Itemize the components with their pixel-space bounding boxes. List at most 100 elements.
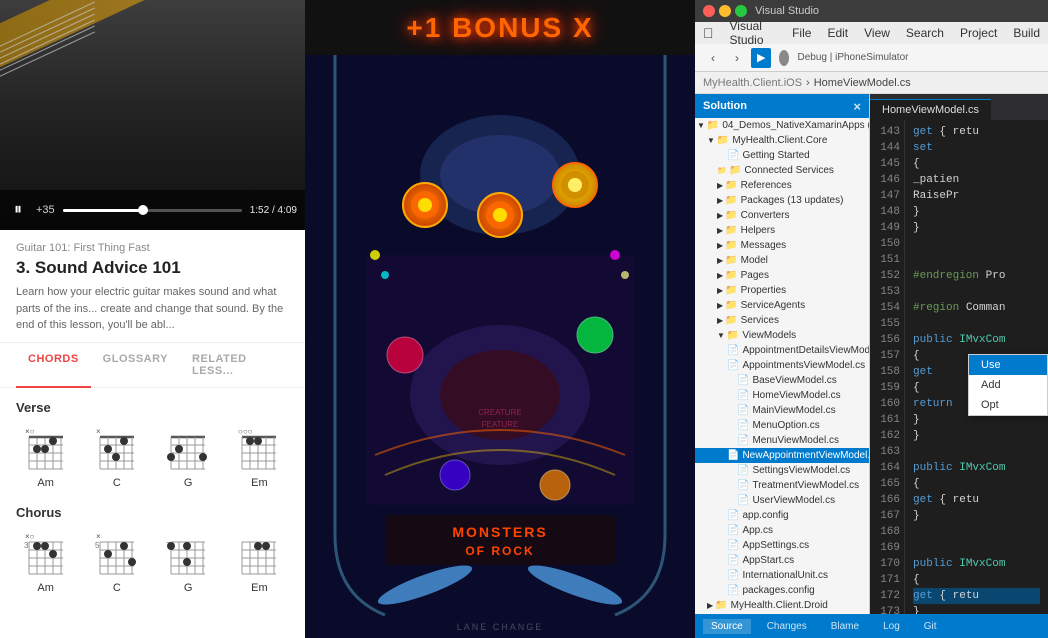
tree-label: Connected Services	[744, 165, 834, 176]
tree-item[interactable]: 📄App.cs	[695, 523, 869, 538]
line-number: 145	[870, 156, 900, 172]
file-icon: 📁	[727, 330, 739, 341]
tree-item[interactable]: 📄SettingsViewModel.cs	[695, 463, 869, 478]
bottom-tab-source[interactable]: Source	[703, 619, 751, 634]
line-number: 169	[870, 540, 900, 556]
chord-diagram-Am: ×○	[23, 425, 69, 477]
tree-item[interactable]: ▶📁Packages (13 updates)	[695, 193, 869, 208]
file-icon: 📄	[737, 375, 749, 386]
tree-item[interactable]: 📄UserViewModel.cs	[695, 493, 869, 508]
minimize-button[interactable]	[719, 5, 731, 17]
tab-related-lessons[interactable]: RELATED LESS...	[180, 343, 289, 387]
guitar-lesson-panel: ⏸ +35 1:52 / 4:09 Guitar 101: First Thin…	[0, 0, 305, 638]
code-line	[913, 444, 1040, 460]
menu-view[interactable]: View	[864, 26, 890, 40]
tree-item[interactable]: 📁📁Connected Services	[695, 163, 869, 178]
menu-project[interactable]: Project	[960, 26, 997, 40]
file-icon: 📁	[725, 180, 737, 191]
code-line	[913, 236, 1040, 252]
toolbar-back[interactable]: ‹	[703, 48, 723, 68]
tree-item[interactable]: ▶📁ServiceAgents	[695, 298, 869, 313]
tree-item[interactable]: 📄InternationalUnit.cs	[695, 568, 869, 583]
code-line: get { retu	[913, 588, 1040, 604]
toolbar-forward[interactable]: ›	[727, 48, 747, 68]
breadcrumb: MyHealth.Client.iOS › HomeViewModel.cs	[695, 72, 1048, 94]
bottom-bar: Source Changes Blame Log Git	[695, 614, 1048, 638]
bottom-tab-log[interactable]: Log	[875, 619, 908, 634]
code-line	[913, 524, 1040, 540]
code-line	[913, 252, 1040, 268]
tree-item[interactable]: 📄AppointmentDetailsViewModel.cs	[695, 343, 869, 358]
tree-item[interactable]: ▼📁ViewModels	[695, 328, 869, 343]
tree-label: SettingsViewModel.cs	[752, 465, 850, 476]
context-menu-use[interactable]: Use	[969, 355, 1047, 375]
chord-diagram-G	[165, 425, 211, 477]
tree-item[interactable]: ▶📁Converters	[695, 208, 869, 223]
code-line: }	[913, 204, 1040, 220]
apple-menu[interactable]: 	[703, 25, 714, 41]
editor-tab-homeviewmodel[interactable]: HomeViewModel.cs	[870, 99, 991, 120]
tree-item[interactable]: 📄MainViewModel.cs	[695, 403, 869, 418]
tree-item[interactable]: ▶📁Services	[695, 313, 869, 328]
chord-C: × C	[87, 425, 146, 489]
solution-explorer-close[interactable]: ×	[853, 99, 861, 114]
menu-file[interactable]: File	[792, 26, 811, 40]
tree-item[interactable]: ▶📁Messages	[695, 238, 869, 253]
bottom-tab-git[interactable]: Git	[916, 619, 945, 634]
video-progress-bar[interactable]	[63, 209, 242, 212]
tree-item[interactable]: 📄app.config	[695, 508, 869, 523]
tab-chords[interactable]: CHORDS	[16, 343, 91, 387]
chorus-chord-diagram-C: × 5	[94, 530, 140, 582]
tree-item[interactable]: 📄HomeViewModel.cs	[695, 388, 869, 403]
tree-label: Messages	[741, 240, 787, 251]
tree-item[interactable]: 📄packages.config	[695, 583, 869, 598]
tree-arrow: ▶	[717, 226, 723, 235]
menu-visual-studio[interactable]: Visual Studio	[730, 19, 777, 47]
line-number: 148	[870, 204, 900, 220]
run-button[interactable]: ▶	[751, 48, 771, 68]
file-icon: 📄	[737, 435, 749, 446]
tree-item[interactable]: ▼📁MyHealth.Client.Core	[695, 133, 869, 148]
tree-item[interactable]: 📄NewAppointmentViewModel.cs	[695, 448, 869, 463]
close-button[interactable]	[703, 5, 715, 17]
tree-item[interactable]: 📄BaseViewModel.cs	[695, 373, 869, 388]
line-number: 167	[870, 508, 900, 524]
line-number: 149	[870, 220, 900, 236]
breadcrumb-arrow: ›	[806, 77, 810, 89]
tree-item[interactable]: 📄MenuViewModel.cs	[695, 433, 869, 448]
tree-item[interactable]: 📄Getting Started	[695, 148, 869, 163]
menu-edit[interactable]: Edit	[827, 26, 848, 40]
file-icon: 📄	[737, 405, 749, 416]
file-icon: 📄	[737, 390, 749, 401]
menu-search[interactable]: Search	[906, 26, 944, 40]
tree-label: app.config	[742, 510, 788, 521]
tree-item[interactable]: ▶📁References	[695, 178, 869, 193]
tree-label: ViewModels	[742, 330, 796, 341]
tree-item[interactable]: 📄MenuOption.cs	[695, 418, 869, 433]
tree-item[interactable]: ▶📁Pages	[695, 268, 869, 283]
chorus-section-title: Chorus	[16, 505, 289, 520]
tree-item[interactable]: 📄AppStart.cs	[695, 553, 869, 568]
code-line: }	[913, 604, 1040, 614]
tree-label: Getting Started	[742, 150, 809, 161]
tree-item[interactable]: ▶📁Properties	[695, 283, 869, 298]
maximize-button[interactable]	[735, 5, 747, 17]
context-menu-add[interactable]: Add	[969, 375, 1047, 395]
tree-label: NewAppointmentViewModel.cs	[742, 450, 869, 461]
tree-item[interactable]: ▶📁Model	[695, 253, 869, 268]
tree-item[interactable]: ▶📁MyHealth.Client.Droid	[695, 598, 869, 613]
solution-root[interactable]: ▼ 📁 04_Demos_NativeXamarinApps (master)	[695, 118, 869, 133]
menu-build[interactable]: Build	[1013, 26, 1040, 40]
tab-glossary[interactable]: GLOSSARY	[91, 343, 180, 387]
pause-button[interactable]: ⏸	[8, 200, 28, 220]
bottom-tab-changes[interactable]: Changes	[759, 619, 815, 634]
tree-item[interactable]: 📄TreatmentViewModel.cs	[695, 478, 869, 493]
skip-forward-button[interactable]: +35	[36, 204, 55, 216]
context-menu-opt[interactable]: Opt	[969, 395, 1047, 415]
tree-item[interactable]: ▶📁Helpers	[695, 223, 869, 238]
tree-item[interactable]: 📄AppSettings.cs	[695, 538, 869, 553]
tree-item[interactable]: 📄AppointmentsViewModel.cs	[695, 358, 869, 373]
tree-arrow: ▼	[717, 331, 725, 340]
bottom-tab-blame[interactable]: Blame	[823, 619, 867, 634]
tree-arrow: ▶	[717, 301, 723, 310]
